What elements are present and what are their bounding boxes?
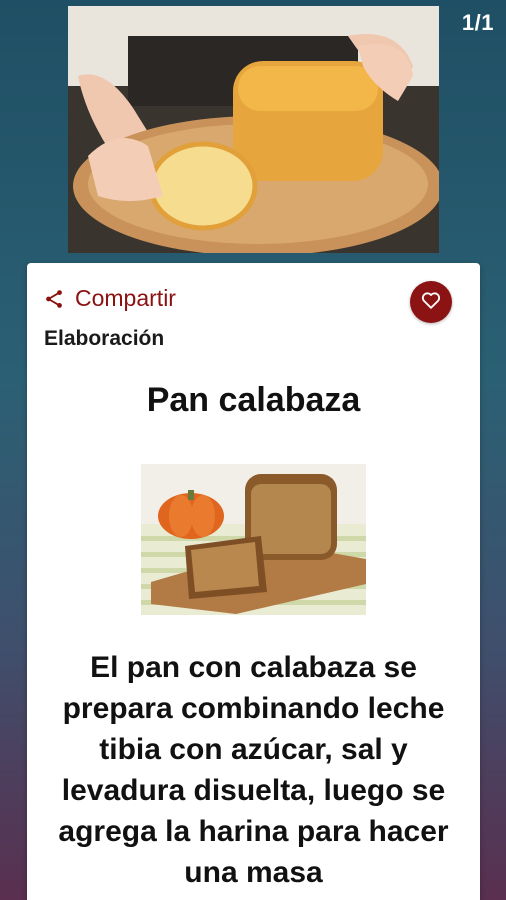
recipe-card: Compartir Elaboración Pan calabaza El pa…	[27, 263, 480, 900]
share-button[interactable]: Compartir	[43, 285, 176, 312]
recipe-description: El pan con calabaza se prepara combinand…	[58, 651, 449, 889]
page-counter: 1/1	[461, 10, 494, 35]
favorite-button[interactable]	[410, 281, 452, 323]
pumpkin-bread-photo	[141, 464, 366, 615]
recipe-image	[141, 464, 366, 615]
heart-icon	[420, 289, 442, 316]
hero-bread-photo	[68, 6, 439, 253]
recipe-title: Pan calabaza	[146, 381, 361, 419]
section-label: Elaboración	[44, 327, 165, 350]
hero-image[interactable]	[68, 6, 439, 253]
share-icon	[43, 288, 65, 310]
share-label: Compartir	[75, 285, 176, 311]
